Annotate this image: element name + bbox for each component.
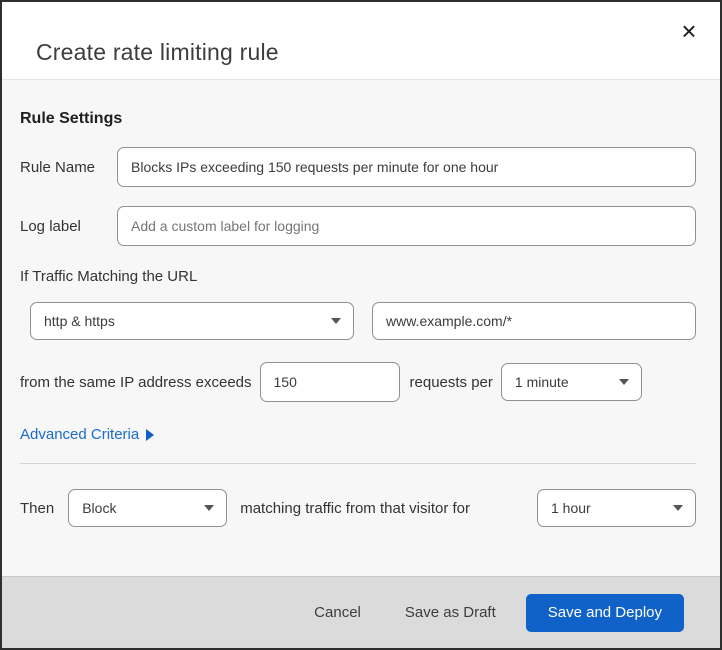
rule-name-row: Rule Name — [20, 147, 696, 187]
protocol-select-value: http & https — [44, 313, 115, 329]
duration-select-value: 1 hour — [551, 500, 591, 516]
protocol-select[interactable]: http & https — [30, 302, 354, 340]
period-select[interactable]: 1 minute — [500, 363, 642, 401]
action-row: Then Block matching traffic from that vi… — [20, 489, 696, 527]
action-select[interactable]: Block — [68, 489, 228, 527]
period-select-value: 1 minute — [514, 374, 569, 390]
action-prefix-text: Then — [20, 499, 55, 517]
chevron-down-icon — [204, 505, 215, 511]
cancel-button[interactable]: Cancel — [300, 596, 375, 629]
create-rate-limiting-rule-dialog: Create rate limiting rule × Rule Setting… — [0, 0, 722, 650]
request-count-input[interactable] — [259, 362, 400, 402]
log-label-label: Log label — [20, 217, 81, 235]
rule-name-label: Rule Name — [20, 158, 96, 176]
log-label-input[interactable] — [117, 206, 696, 246]
chevron-down-icon — [618, 379, 629, 385]
threshold-row: from the same IP address exceeds request… — [20, 362, 696, 402]
dialog-footer: Cancel Save as Draft Save and Deploy — [2, 576, 720, 648]
close-icon[interactable]: × — [674, 16, 704, 46]
log-label-row: Log label — [20, 206, 696, 246]
threshold-middle-text: requests per — [409, 373, 493, 391]
duration-select[interactable]: 1 hour — [537, 489, 696, 527]
chevron-right-icon — [146, 428, 155, 441]
url-pattern-input[interactable] — [372, 302, 696, 340]
traffic-match-heading: If Traffic Matching the URL — [20, 268, 198, 285]
chevron-down-icon — [331, 318, 341, 324]
section-divider — [20, 463, 696, 464]
rule-name-input[interactable] — [117, 147, 696, 187]
threshold-prefix-text: from the same IP address exceeds — [20, 373, 252, 391]
dialog-header: Create rate limiting rule × — [2, 2, 720, 80]
action-select-value: Block — [82, 500, 117, 516]
chevron-down-icon — [673, 505, 683, 511]
save-as-draft-button[interactable]: Save as Draft — [391, 596, 510, 629]
save-and-deploy-button[interactable]: Save and Deploy — [525, 593, 684, 632]
advanced-criteria-label: Advanced Criteria — [20, 426, 140, 443]
advanced-criteria-link[interactable]: Advanced Criteria — [20, 426, 155, 443]
action-middle-text: matching traffic from that visitor for — [240, 499, 471, 517]
dialog-body: Rule Settings Rule Name Log label If Tra… — [2, 80, 720, 527]
dialog-title: Create rate limiting rule — [36, 39, 279, 66]
url-match-row: http & https — [30, 302, 696, 340]
rule-settings-heading: Rule Settings — [20, 110, 123, 127]
